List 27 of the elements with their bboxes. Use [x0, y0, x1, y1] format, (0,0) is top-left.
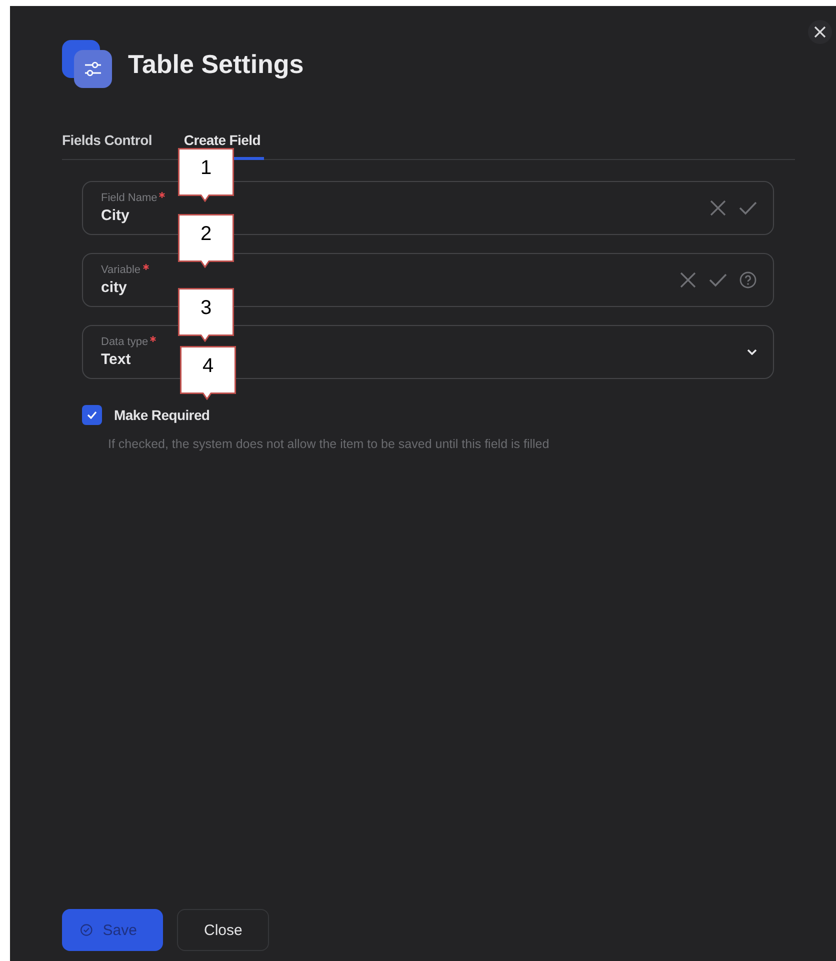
check-circle-icon [80, 921, 93, 939]
annotation-tooltip: 1 [178, 148, 234, 202]
check-icon [87, 411, 97, 419]
check-icon[interactable] [739, 201, 757, 215]
field-label: Data type [101, 336, 148, 348]
clear-icon[interactable] [679, 271, 697, 289]
close-icon[interactable] [814, 26, 826, 38]
check-icon[interactable] [709, 273, 727, 287]
close-button[interactable]: Close [177, 909, 270, 951]
help-icon[interactable] [739, 271, 757, 289]
field-value: Text [101, 351, 131, 368]
clear-icon[interactable] [709, 199, 727, 217]
settings-logo-icon [62, 40, 112, 88]
checkbox[interactable] [82, 405, 102, 425]
field-value: City [101, 207, 130, 224]
checkbox-label[interactable]: Make Required [114, 407, 210, 423]
tab[interactable]: Fields Control [62, 132, 152, 160]
field-label: Variable [101, 264, 141, 276]
chevron-down-icon[interactable] [747, 349, 757, 355]
annotation-tooltip: 4 [180, 346, 236, 400]
hint-text: If checked, the system does not allow the item to be saved until this field is filled [108, 437, 550, 451]
field-value: city [101, 279, 127, 296]
close-button[interactable] [808, 20, 832, 44]
annotation-tooltip: 3 [178, 288, 234, 342]
field-label: Field Name [101, 192, 158, 204]
dialog-title: Table Settings [128, 48, 304, 80]
annotation-tooltip: 2 [178, 214, 234, 268]
